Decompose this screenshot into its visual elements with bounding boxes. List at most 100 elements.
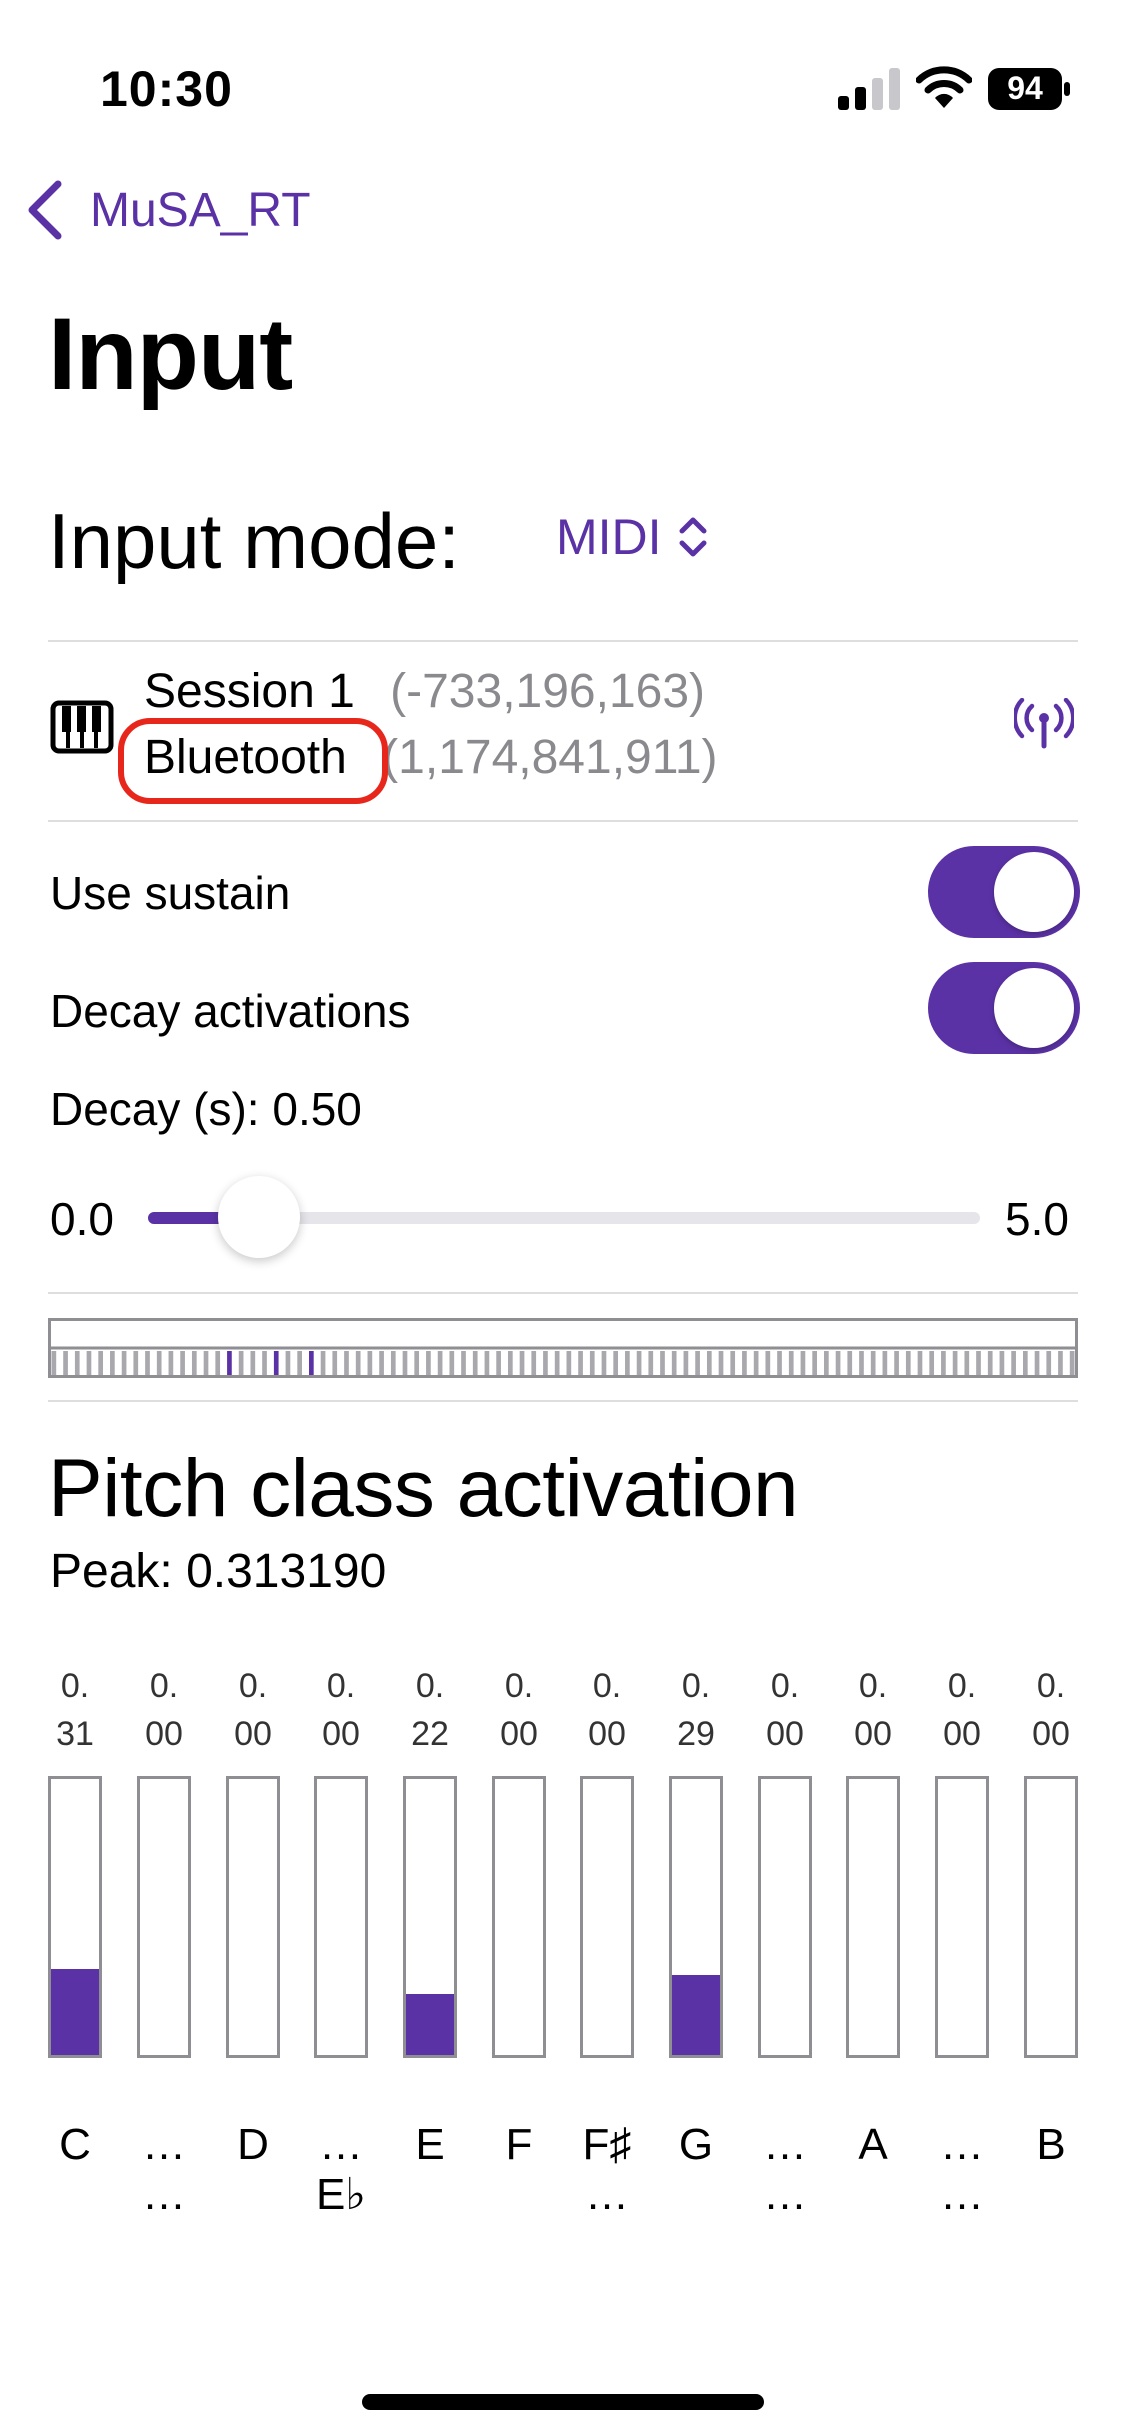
key-mark [964,1351,970,1375]
key-mark [847,1351,853,1375]
key-mark [472,1351,478,1375]
bar-value-bottom: 29 [677,1715,715,1753]
key-mark [976,1351,981,1375]
note-name: F♯ [582,2120,632,2169]
key-mark [660,1351,665,1375]
peak-value: Peak: 0.313190 [50,1545,387,1598]
keyboard-activity-strip [48,1318,1078,1378]
pitch-bar [935,1776,989,2058]
decay-activations-toggle[interactable] [928,962,1080,1054]
bar-value-top: 0. [60,1667,90,1705]
antenna-radiowaves-icon[interactable] [1014,698,1074,750]
device-name-row[interactable]: Session 1 (-733,196,163) [144,664,705,719]
bar-value-label: 0. 00 [934,1662,990,1758]
key-mark [297,1351,302,1375]
note-name: B [1036,2120,1066,2169]
bar-value-top: 0. [681,1667,711,1705]
bar-value-bottom: 00 [1032,1715,1070,1753]
pitch-bar [492,1776,546,2058]
bar-value-label: 0. 00 [757,1662,813,1758]
key-mark [648,1351,654,1375]
pitch-note-label: …… [128,2120,200,2220]
key-mark [589,1351,595,1375]
bar-value-bottom: 00 [234,1715,272,1753]
pitch-bar-fill [51,1969,99,2055]
use-sustain-toggle[interactable] [928,846,1080,938]
key-mark [191,1351,197,1375]
note-name-alt: … [142,2170,186,2219]
key-mark [671,1351,677,1375]
pitch-bar [580,1776,634,2058]
key-mark [110,1351,115,1375]
pitch-note-label: C [39,2120,111,2170]
key-mark [870,1351,876,1375]
key-mark [63,1351,68,1375]
key-mark [496,1351,501,1375]
key-mark [917,1351,923,1375]
bar-value-label: 0. 22 [402,1662,458,1758]
key-mark [777,1351,782,1375]
cellular-signal-icon [838,68,900,110]
key-mark [929,1351,935,1375]
note-name: … [142,2120,186,2169]
active-key-mark [273,1351,279,1375]
note-name: G [678,2120,714,2169]
key-mark [367,1351,373,1375]
key-mark [449,1351,455,1375]
slider-max-label: 5.0 [1005,1193,1069,1245]
input-mode-picker[interactable]: MIDI [556,508,710,566]
pitch-bar [48,1776,102,2058]
key-mark [683,1351,689,1375]
chevron-left-icon [28,180,62,240]
pitch-bar [403,1776,457,2058]
note-name-alt: E♭ [315,2170,367,2219]
key-mark [999,1351,1005,1375]
key-mark [625,1351,630,1375]
key-mark [1034,1351,1040,1375]
key-mark [788,1351,794,1375]
pitch-note-label: F♯… [571,2120,643,2220]
key-mark [941,1351,946,1375]
pitch-note-label: …… [926,2120,998,2220]
key-mark [835,1351,841,1375]
bar-value-top: 0. [770,1667,800,1705]
home-indicator [362,2394,764,2410]
key-mark [203,1351,209,1375]
key-mark [74,1351,80,1375]
pitch-bar [758,1776,812,2058]
key-mark [1046,1351,1052,1375]
bar-value-label: 0. 00 [313,1662,369,1758]
key-mark [180,1351,185,1375]
key-mark [894,1351,899,1375]
key-mark [344,1351,349,1375]
key-mark [543,1351,548,1375]
bar-value-label: 0. 00 [579,1662,635,1758]
key-mark [824,1351,829,1375]
bar-value-label: 0. 00 [225,1662,281,1758]
bar-value-bottom: 00 [943,1715,981,1753]
divider [48,1400,1078,1402]
key-mark [753,1351,759,1375]
key-mark [507,1351,513,1375]
key-mark [426,1351,431,1375]
active-key-mark [227,1351,232,1375]
active-key-mark [309,1351,314,1375]
bar-value-label: 0. 00 [1023,1662,1079,1758]
bar-value-bottom: 00 [145,1715,183,1753]
key-mark [695,1351,700,1375]
key-mark [554,1351,560,1375]
bar-value-bottom: 00 [322,1715,360,1753]
bar-value-top: 0. [504,1667,534,1705]
key-mark [390,1351,396,1375]
bar-value-bottom: 22 [411,1715,449,1753]
decay-slider-thumb[interactable] [218,1176,300,1258]
device-name-id: (-733,196,163) [390,665,706,718]
key-mark [706,1351,712,1375]
back-button[interactable]: MuSA_RT [22,178,311,242]
pitch-bar-fill [406,1994,454,2055]
divider [48,1292,1078,1294]
key-mark [402,1351,408,1375]
key-mark [215,1351,221,1375]
key-mark [905,1351,911,1375]
key-mark [1011,1351,1016,1375]
